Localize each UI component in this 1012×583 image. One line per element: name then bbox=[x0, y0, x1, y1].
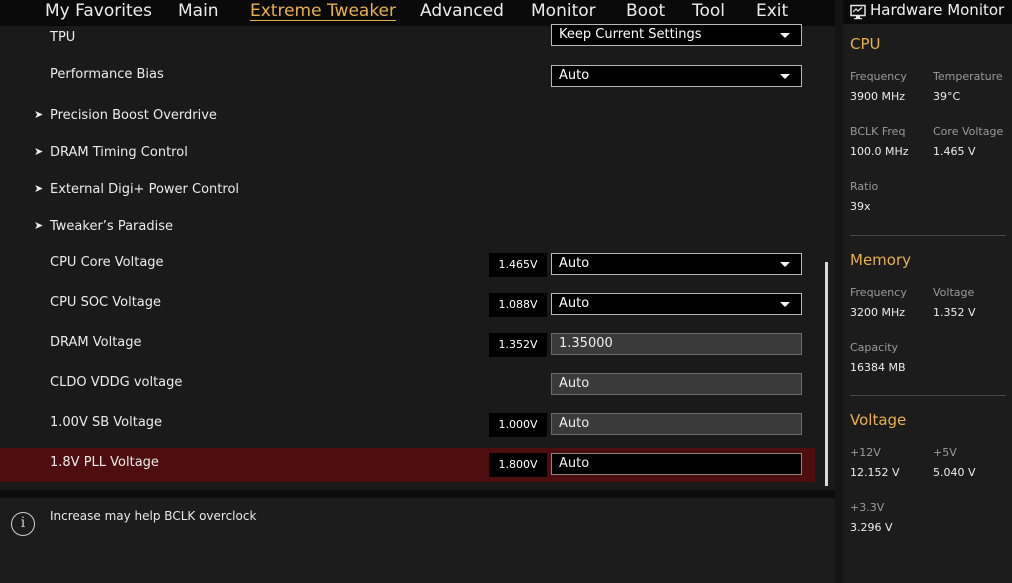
cpu-section-title: CPU bbox=[850, 35, 881, 53]
submenu-label: Tweaker’s Paradise bbox=[50, 219, 173, 234]
3v3-value: 3.296 V bbox=[850, 521, 893, 534]
divider bbox=[0, 490, 835, 498]
cpu-frequency-value: 3900 MHz bbox=[850, 90, 906, 103]
setting-row-cpu-core-voltage[interactable]: CPU Core Voltage 1.465V Auto bbox=[0, 248, 815, 282]
current-voltage-readout: 1.352V bbox=[489, 333, 547, 357]
ratio-value: 39x bbox=[850, 200, 871, 213]
current-voltage-readout: 1.000V bbox=[489, 413, 547, 437]
bclk-freq-label: BCLK Freq bbox=[850, 125, 906, 138]
setting-row-tpu[interactable]: TPU Keep Current Settings bbox=[0, 23, 815, 57]
info-icon: i bbox=[11, 512, 35, 536]
setting-label: 1.8V PLL Voltage bbox=[50, 455, 159, 470]
setting-label: 1.00V SB Voltage bbox=[50, 415, 163, 430]
setting-row-1v-sb-voltage[interactable]: 1.00V SB Voltage 1.000V Auto bbox=[0, 408, 815, 442]
scrollbar[interactable] bbox=[825, 262, 828, 486]
submenu-arrow-icon: ➤ bbox=[34, 182, 44, 195]
monitor-icon bbox=[850, 4, 866, 20]
5v-value: 5.040 V bbox=[933, 466, 976, 479]
help-text: Increase may help BCLK overclock bbox=[50, 509, 257, 523]
caret-down-icon bbox=[780, 33, 790, 38]
12v-label: +12V bbox=[850, 446, 881, 459]
help-panel: i Increase may help BCLK overclock bbox=[0, 498, 835, 583]
voltage-section-title: Voltage bbox=[850, 411, 907, 429]
submenu-arrow-icon: ➤ bbox=[34, 219, 44, 232]
section-divider bbox=[850, 395, 1006, 396]
cpu-frequency-label: Frequency bbox=[850, 70, 907, 83]
tab-boot[interactable]: Boot bbox=[626, 0, 665, 22]
1v8-pll-voltage-input[interactable]: Auto bbox=[551, 453, 802, 475]
hardware-monitor-header: Hardware Monitor bbox=[843, 0, 1012, 24]
submenu-arrow-icon: ➤ bbox=[34, 145, 44, 158]
current-voltage-readout: 1.800V bbox=[489, 453, 547, 477]
caret-down-icon bbox=[780, 302, 790, 307]
submenu-dram-timing-control[interactable]: ➤ DRAM Timing Control bbox=[0, 138, 815, 172]
dropdown-value: Auto bbox=[559, 68, 590, 83]
tpu-dropdown[interactable]: Keep Current Settings bbox=[551, 24, 802, 46]
cpu-core-voltage-dropdown[interactable]: Auto bbox=[551, 253, 802, 275]
5v-label: +5V bbox=[933, 446, 957, 459]
setting-label: Performance Bias bbox=[50, 67, 164, 82]
input-value: Auto bbox=[559, 376, 590, 391]
cldo-vddg-voltage-input[interactable]: Auto bbox=[551, 373, 802, 395]
tab-extreme-tweaker[interactable]: Extreme Tweaker bbox=[250, 0, 396, 22]
setting-row-cldo-vddg-voltage[interactable]: CLDO VDDG voltage Auto bbox=[0, 368, 815, 402]
memory-voltage-label: Voltage bbox=[933, 286, 975, 299]
submenu-arrow-icon: ➤ bbox=[34, 108, 44, 121]
setting-label: DRAM Voltage bbox=[50, 335, 142, 350]
setting-label: CLDO VDDG voltage bbox=[50, 375, 183, 390]
setting-row-1v8-pll-voltage[interactable]: 1.8V PLL Voltage 1.800V Auto bbox=[0, 448, 815, 482]
input-value: Auto bbox=[559, 456, 590, 471]
submenu-tweakers-paradise[interactable]: ➤ Tweaker’s Paradise bbox=[0, 212, 815, 246]
tab-advanced[interactable]: Advanced bbox=[420, 0, 504, 22]
tab-tool[interactable]: Tool bbox=[692, 0, 725, 22]
dram-voltage-input[interactable]: 1.35000 bbox=[551, 333, 802, 355]
memory-frequency-value: 3200 MHz bbox=[850, 306, 906, 319]
setting-label: TPU bbox=[50, 30, 76, 45]
1v-sb-voltage-input[interactable]: Auto bbox=[551, 413, 802, 435]
cpu-soc-voltage-dropdown[interactable]: Auto bbox=[551, 293, 802, 315]
capacity-value: 16384 MB bbox=[850, 361, 906, 374]
input-value: Auto bbox=[559, 416, 590, 431]
memory-voltage-value: 1.352 V bbox=[933, 306, 976, 319]
dropdown-value: Auto bbox=[559, 296, 590, 311]
core-voltage-value: 1.465 V bbox=[933, 145, 976, 158]
submenu-label: DRAM Timing Control bbox=[50, 145, 188, 160]
submenu-precision-boost-overdrive[interactable]: ➤ Precision Boost Overdrive bbox=[0, 101, 815, 135]
setting-label: CPU Core Voltage bbox=[50, 255, 164, 270]
submenu-external-digi-power-control[interactable]: ➤ External Digi+ Power Control bbox=[0, 175, 815, 209]
capacity-label: Capacity bbox=[850, 341, 899, 354]
cpu-temperature-label: Temperature bbox=[933, 70, 1003, 83]
memory-frequency-label: Frequency bbox=[850, 286, 907, 299]
input-value: 1.35000 bbox=[559, 336, 613, 351]
section-divider bbox=[850, 235, 1006, 236]
settings-panel: TPU Keep Current Settings Performance Bi… bbox=[0, 23, 835, 490]
ratio-label: Ratio bbox=[850, 180, 879, 193]
tab-exit[interactable]: Exit bbox=[756, 0, 788, 22]
setting-label: CPU SOC Voltage bbox=[50, 295, 162, 310]
dropdown-value: Auto bbox=[559, 256, 590, 271]
setting-row-dram-voltage[interactable]: DRAM Voltage 1.352V 1.35000 bbox=[0, 328, 815, 362]
3v3-label: +3.3V bbox=[850, 501, 885, 514]
submenu-label: External Digi+ Power Control bbox=[50, 182, 240, 197]
hardware-monitor-title: Hardware Monitor bbox=[870, 1, 1005, 19]
bclk-freq-value: 100.0 MHz bbox=[850, 145, 909, 158]
submenu-label: Precision Boost Overdrive bbox=[50, 108, 217, 123]
dropdown-value: Keep Current Settings bbox=[559, 27, 702, 42]
tab-my-favorites[interactable]: My Favorites bbox=[45, 0, 152, 22]
performance-bias-dropdown[interactable]: Auto bbox=[551, 65, 802, 87]
setting-row-performance-bias[interactable]: Performance Bias Auto bbox=[0, 60, 815, 94]
hardware-monitor-panel: Hardware Monitor CPU Frequency Temperatu… bbox=[843, 0, 1012, 583]
core-voltage-label: Core Voltage bbox=[933, 125, 1004, 138]
current-voltage-readout: 1.088V bbox=[489, 293, 547, 317]
tab-monitor[interactable]: Monitor bbox=[531, 0, 596, 22]
caret-down-icon bbox=[780, 74, 790, 79]
12v-value: 12.152 V bbox=[850, 466, 900, 479]
caret-down-icon bbox=[780, 262, 790, 267]
tab-main[interactable]: Main bbox=[178, 0, 219, 22]
setting-row-cpu-soc-voltage[interactable]: CPU SOC Voltage 1.088V Auto bbox=[0, 288, 815, 322]
memory-section-title: Memory bbox=[850, 251, 912, 269]
cpu-temperature-value: 39°C bbox=[933, 90, 961, 103]
current-voltage-readout: 1.465V bbox=[489, 253, 547, 277]
